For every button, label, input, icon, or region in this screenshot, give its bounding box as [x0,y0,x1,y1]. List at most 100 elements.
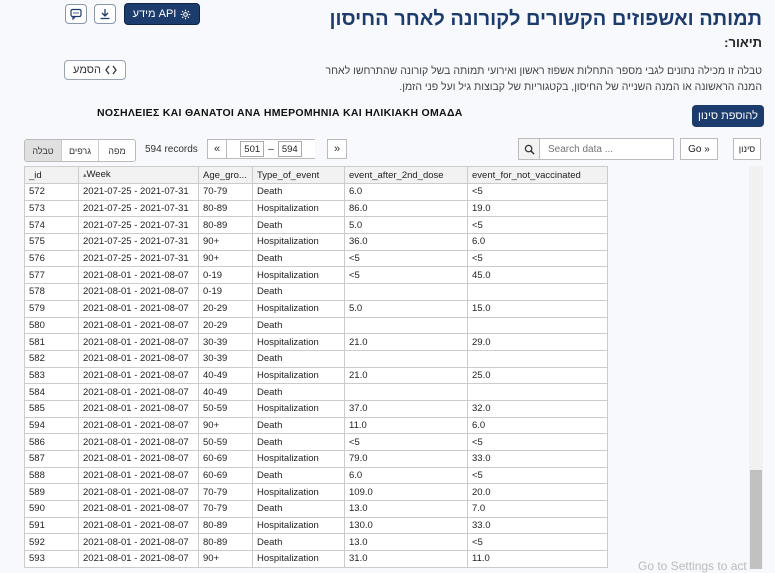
column-header-id[interactable]: _id [24,166,79,184]
table-cell: 585 [24,399,79,418]
table-cell: 80-89 [198,216,253,235]
table-scrollbar-thumb[interactable] [750,470,762,569]
table-cell: Hospitalization [252,366,345,385]
view-tabs: טבלה גרפים מפה [24,139,136,162]
table-cell: 2021-08-01 - 2021-08-07 [78,299,199,318]
table-cell: 90+ [198,249,253,268]
expand-icon [105,65,117,75]
table-row[interactable]: 588 2021-08-01 - 2021-08-07 60-69 Death 6.0 <… [24,466,608,485]
table-row[interactable]: 573 2021-07-25 - 2021-07-31 80-89 Hospitali… [24,199,608,218]
column-header-age-group[interactable]: Age_gro... [198,166,253,184]
table-cell: 80-89 [198,199,253,218]
comment-button[interactable] [65,4,87,24]
table-row[interactable]: 577 2021-08-01 - 2021-08-07 0-19 Hospitaliz… [24,266,608,285]
table-cell: 21.0 [344,366,468,385]
table-row[interactable]: 594 2021-08-01 - 2021-08-07 90+ Death 11.0 6.… [24,416,608,435]
pager-prev-button[interactable]: « [207,139,227,159]
expand-button[interactable]: הסמע [64,60,126,80]
table-row[interactable]: 581 2021-08-01 - 2021-08-07 30-39 Hospitali… [24,333,608,351]
table-cell: 6.0 [344,183,468,201]
search-input[interactable] [540,138,674,160]
data-table-container: _id ▴Week Age_gro... Type_of_event event… [24,166,764,569]
table-cell: 40-49 [198,383,253,401]
table-cell: 20-29 [198,316,253,335]
tab-graphs[interactable]: גרפים [62,140,99,161]
table-row[interactable]: 578 2021-08-01 - 2021-08-07 0-19 Death [24,283,608,301]
table-row[interactable]: 584 2021-08-01 - 2021-08-07 40-49 Death [24,383,608,401]
table-header-row: _id ▴Week Age_gro... Type_of_event event… [24,166,608,184]
table-cell: 2021-08-01 - 2021-08-07 [78,516,199,535]
table-cell: 580 [24,316,79,335]
table-cell: 13.0 [344,533,468,552]
table-cell: 90+ [198,550,253,568]
table-row[interactable]: 585 2021-08-01 - 2021-08-07 50-59 Hospitali… [24,399,608,418]
table-cell: 2021-08-01 - 2021-08-07 [78,383,199,401]
table-cell: 592 [24,533,79,552]
table-cell [467,349,608,368]
table-cell: 575 [24,233,79,251]
table-cell: 130.0 [344,516,468,535]
pager-next-button[interactable]: » [327,139,347,159]
table-cell: Death [252,349,345,368]
table-row[interactable]: 590 2021-08-01 - 2021-08-07 70-79 Death 13.0… [24,500,608,518]
table-cell: Hospitalization [252,399,345,418]
download-button[interactable] [94,4,116,24]
column-header-after-2nd-dose[interactable]: event_after_2nd_dose [344,166,468,184]
table-cell: 576 [24,249,79,268]
column-header-week[interactable]: ▴Week [78,166,199,184]
api-button[interactable]: מידע API [124,3,200,25]
table-cell: <5 [467,249,608,268]
table-cell: 2021-08-01 - 2021-08-07 [78,366,199,385]
table-row[interactable]: 580 2021-08-01 - 2021-08-07 20-29 Death [24,316,608,335]
table-cell: 79.0 [344,450,468,468]
table-row[interactable]: 586 2021-08-01 - 2021-08-07 50-59 Death <5 <5 [24,433,608,451]
table-cell: 33.0 [467,450,608,468]
table-row[interactable]: 575 2021-07-25 - 2021-07-31 90+ Hospitaliza… [24,233,608,251]
table-row[interactable]: 593 2021-08-01 - 2021-08-07 90+ Hospitaliza… [24,550,608,568]
table-row[interactable]: 572 2021-07-25 - 2021-07-31 70-79 Death 6.0 <… [24,183,608,201]
table-cell: Hospitalization [252,199,345,218]
data-table: _id ▴Week Age_gro... Type_of_event event… [24,166,608,568]
table-cell: Hospitalization [252,299,345,318]
table-cell: 2021-08-01 - 2021-08-07 [78,433,199,451]
table-row[interactable]: 582 2021-08-01 - 2021-08-07 30-39 Death [24,349,608,368]
table-cell [467,383,608,401]
table-cell: Hospitalization [252,550,345,568]
filter-button[interactable]: סינון [733,138,761,160]
table-cell: 6.0 [467,233,608,251]
pager-to-input[interactable]: 594 [277,141,302,157]
column-header-type[interactable]: Type_of_event [252,166,345,184]
table-cell: 32.0 [467,399,608,418]
tab-table[interactable]: טבלה [25,140,62,161]
table-cell: Hospitalization [252,483,345,502]
table-cell: <5 [467,466,608,485]
table-cell [344,316,468,335]
tab-map[interactable]: מפה [99,140,135,161]
table-cell: 579 [24,299,79,318]
table-row[interactable]: 591 2021-08-01 - 2021-08-07 80-89 Hospitali… [24,516,608,535]
table-cell: <5 [344,266,468,285]
table-row[interactable]: 592 2021-08-01 - 2021-08-07 80-89 Death 13.0… [24,533,608,552]
pager: « 501 – 594 » [207,138,347,160]
column-header-not-vaccinated[interactable]: event_for_not_vaccinated [467,166,608,184]
add-filter-button[interactable]: להוספת סינון [692,105,764,127]
table-row[interactable]: 576 2021-07-25 - 2021-07-31 90+ Death <5 <5 [24,249,608,268]
table-row[interactable]: 583 2021-08-01 - 2021-08-07 40-49 Hospitali… [24,366,608,385]
search-button[interactable] [518,138,540,160]
table-cell: Death [252,533,345,552]
table-cell: 31.0 [344,550,468,568]
go-button[interactable]: Go » [680,138,718,160]
pager-from-input[interactable]: 501 [240,141,265,157]
table-cell: 583 [24,366,79,385]
column-header-week-label: Week [86,169,111,180]
table-row[interactable]: 587 2021-08-01 - 2021-08-07 60-69 Hospitali… [24,450,608,468]
table-cell: 582 [24,349,79,368]
comment-icon [70,8,82,20]
table-row[interactable]: 589 2021-08-01 - 2021-08-07 70-79 Hospitali… [24,483,608,502]
table-cell: 2021-08-01 - 2021-08-07 [78,483,199,502]
table-row[interactable]: 574 2021-07-25 - 2021-07-31 80-89 Death 5.0 <… [24,216,608,235]
table-row[interactable]: 579 2021-08-01 - 2021-08-07 20-29 Hospitali… [24,299,608,318]
table-cell: 2021-08-01 - 2021-08-07 [78,416,199,435]
table-cell: 2021-08-01 - 2021-08-07 [78,316,199,335]
table-cell: 589 [24,483,79,502]
